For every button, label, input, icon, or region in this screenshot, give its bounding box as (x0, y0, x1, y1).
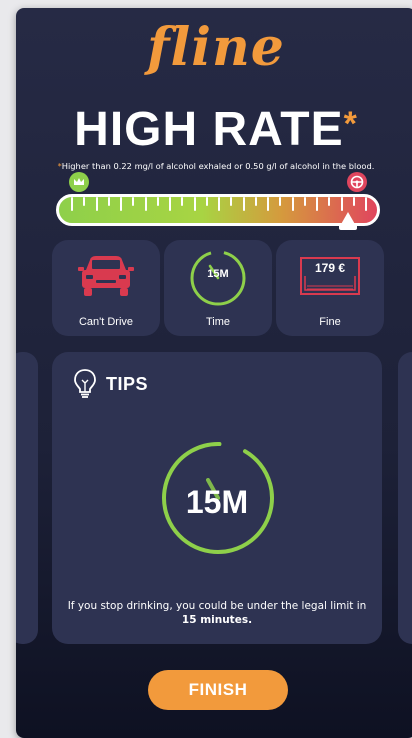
page-title-text: HIGH RATE (74, 103, 344, 156)
gauge-tick (193, 197, 196, 211)
gauge-tick (267, 197, 269, 211)
steering-wheel-icon (347, 172, 367, 192)
car-icon (78, 256, 134, 296)
tips-message-highlight: 15 minutes. (181, 614, 253, 626)
gauge-tick (365, 197, 367, 211)
fline-logo: fline (147, 17, 285, 78)
gauge-tick (328, 197, 331, 206)
gauge-tick (120, 197, 122, 211)
next-panel-peek[interactable] (398, 352, 412, 644)
result-card: fline HIGH RATE* *Higher than 0.22 mg/l … (16, 8, 412, 738)
gauge-tick (279, 197, 282, 206)
gauge-tick (340, 197, 343, 211)
gauge-tick (83, 197, 86, 206)
time-tile: 15M Time (164, 240, 272, 336)
gauge-tick (156, 197, 159, 206)
time-value: 15M (207, 268, 229, 280)
crown-icon (69, 172, 89, 192)
previous-panel-peek[interactable] (16, 352, 38, 644)
fine-value: 179 € (302, 260, 358, 276)
gauge-tick (169, 197, 171, 211)
cant-drive-tile: Can't Drive (52, 240, 160, 336)
gauge-tick (107, 197, 110, 206)
cant-drive-label: Can't Drive (78, 316, 134, 328)
tips-title: TIPS (106, 374, 149, 394)
page-title: HIGH RATE* (16, 104, 412, 156)
gauge-tick (352, 197, 355, 206)
gauge-tick (254, 197, 257, 206)
tips-panel: TIPS 15M If you stop drinking, you could… (52, 352, 382, 644)
gauge-tick (132, 197, 135, 206)
fine-tile: 179 € Fine (276, 240, 384, 336)
gauge-tick (218, 197, 220, 211)
gauge-tick (242, 197, 245, 211)
alcohol-level-gauge (56, 194, 380, 226)
footnote-text: Higher than 0.22 mg/l of alcohol exhaled… (61, 161, 375, 171)
gauge-tick (71, 197, 73, 211)
tips-message: If you stop drinking, you could be under… (66, 599, 368, 627)
fine-label: Fine (319, 316, 341, 328)
gauge-marker-base (338, 224, 357, 230)
gauge-tick (95, 197, 98, 211)
gauge-tick (291, 197, 294, 211)
rate-footnote: *Higher than 0.22 mg/l of alcohol exhale… (16, 160, 412, 172)
gauge-tick (316, 197, 318, 211)
finish-button[interactable]: FINISH (148, 670, 288, 710)
gauge-tick (181, 197, 184, 206)
tips-message-text: If you stop drinking, you could be under… (67, 600, 367, 612)
lightbulb-icon (74, 369, 96, 398)
title-asterisk: * (343, 105, 358, 143)
tips-timer-value: 15M (185, 484, 249, 520)
gauge-tick (205, 197, 208, 206)
gauge-tick (230, 197, 233, 206)
time-label: Time (205, 316, 231, 328)
gauge-tick (303, 197, 306, 206)
gauge-tick (144, 197, 147, 211)
